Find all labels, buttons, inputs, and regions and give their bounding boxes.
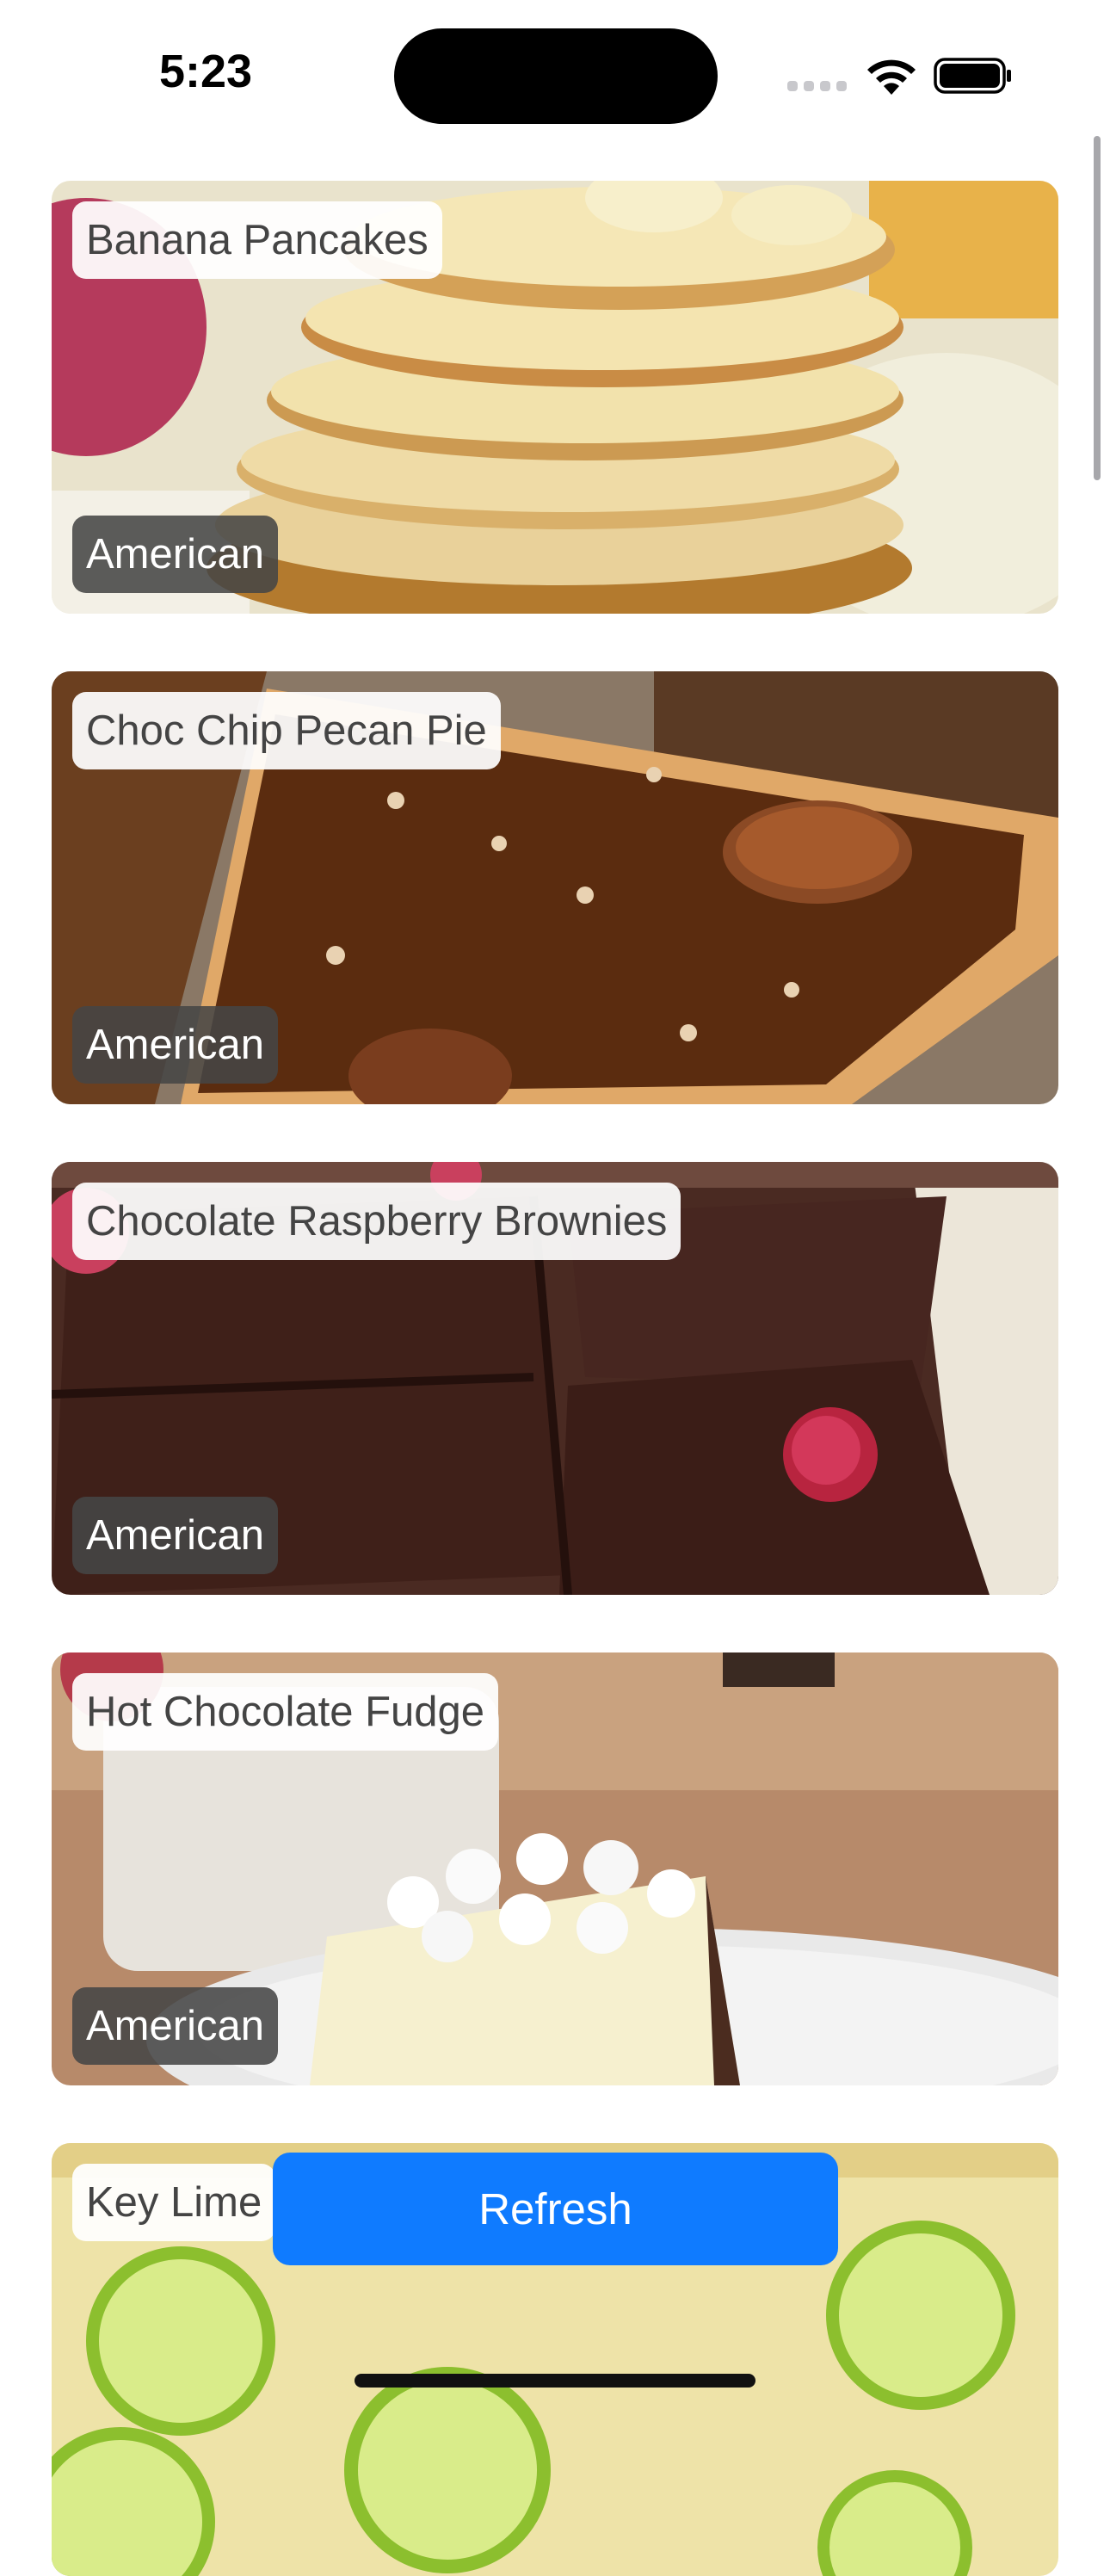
- recipe-card[interactable]: Choc Chip Pecan Pie American: [52, 671, 1058, 1104]
- scroll-indicator[interactable]: [1094, 136, 1101, 480]
- cellular-signal-icon: [787, 81, 847, 91]
- clock: 5:23: [159, 46, 253, 97]
- recipe-name: Chocolate Raspberry Brownies: [72, 1183, 681, 1260]
- recipe-card[interactable]: Banana Pancakes American: [52, 181, 1058, 614]
- cuisine-badge: American: [72, 1497, 278, 1574]
- home-indicator[interactable]: [355, 2374, 755, 2388]
- recipe-name: Key Lime: [72, 2164, 276, 2241]
- cuisine-badge: American: [72, 516, 278, 593]
- recipe-card[interactable]: Hot Chocolate Fudge American: [52, 1652, 1058, 2085]
- dynamic-island: [394, 28, 718, 124]
- recipe-name: Banana Pancakes: [72, 201, 442, 279]
- recipe-name: Hot Chocolate Fudge: [72, 1673, 499, 1751]
- battery-icon: [934, 58, 1011, 94]
- cuisine-badge: American: [72, 1006, 278, 1084]
- recipe-card[interactable]: Chocolate Raspberry Brownies American: [52, 1162, 1058, 1595]
- status-bar: 5:23: [0, 0, 1110, 138]
- wifi-icon: [867, 59, 916, 95]
- cuisine-badge: American: [72, 1987, 278, 2065]
- recipe-name: Choc Chip Pecan Pie: [72, 692, 501, 769]
- refresh-button[interactable]: Refresh: [273, 2153, 838, 2265]
